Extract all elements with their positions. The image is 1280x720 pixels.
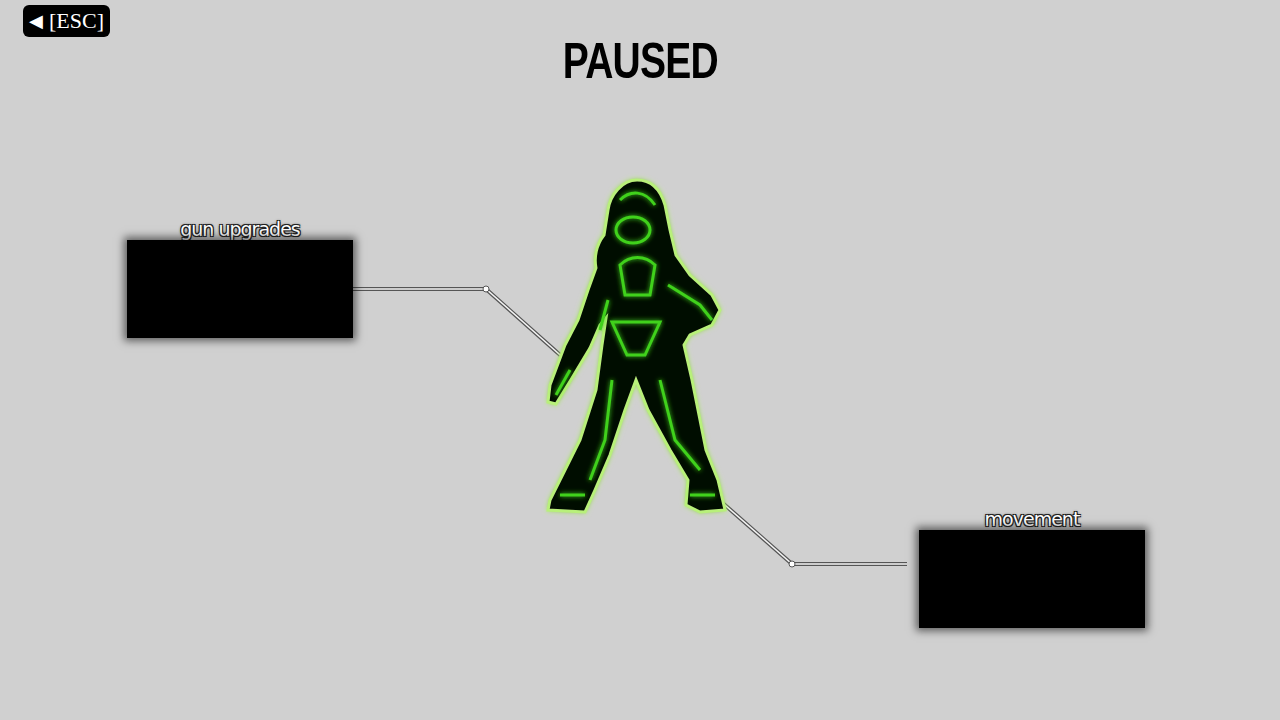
panel-label: movement	[985, 508, 1080, 530]
upgrade-panel[interactable]: gun upgrades	[127, 218, 353, 338]
back-arrow-icon: ◀	[29, 10, 43, 32]
title: PAUSED	[563, 36, 718, 86]
connector-line	[353, 286, 571, 365]
character-figure-icon	[548, 180, 725, 512]
connector-line	[706, 488, 907, 567]
back-label: [ESC]	[49, 8, 104, 34]
upgrade-panel[interactable]: movement	[919, 508, 1145, 628]
panel-box[interactable]	[127, 240, 353, 338]
back-button[interactable]: ◀ [ESC]	[23, 5, 110, 37]
panel-label: gun upgrades	[180, 218, 299, 240]
pause-screen: ◀ [ESC] PAUSED gun upgrades movement	[0, 0, 1280, 720]
panel-box[interactable]	[919, 530, 1145, 628]
header: ◀ [ESC] PAUSED	[0, 0, 1280, 86]
